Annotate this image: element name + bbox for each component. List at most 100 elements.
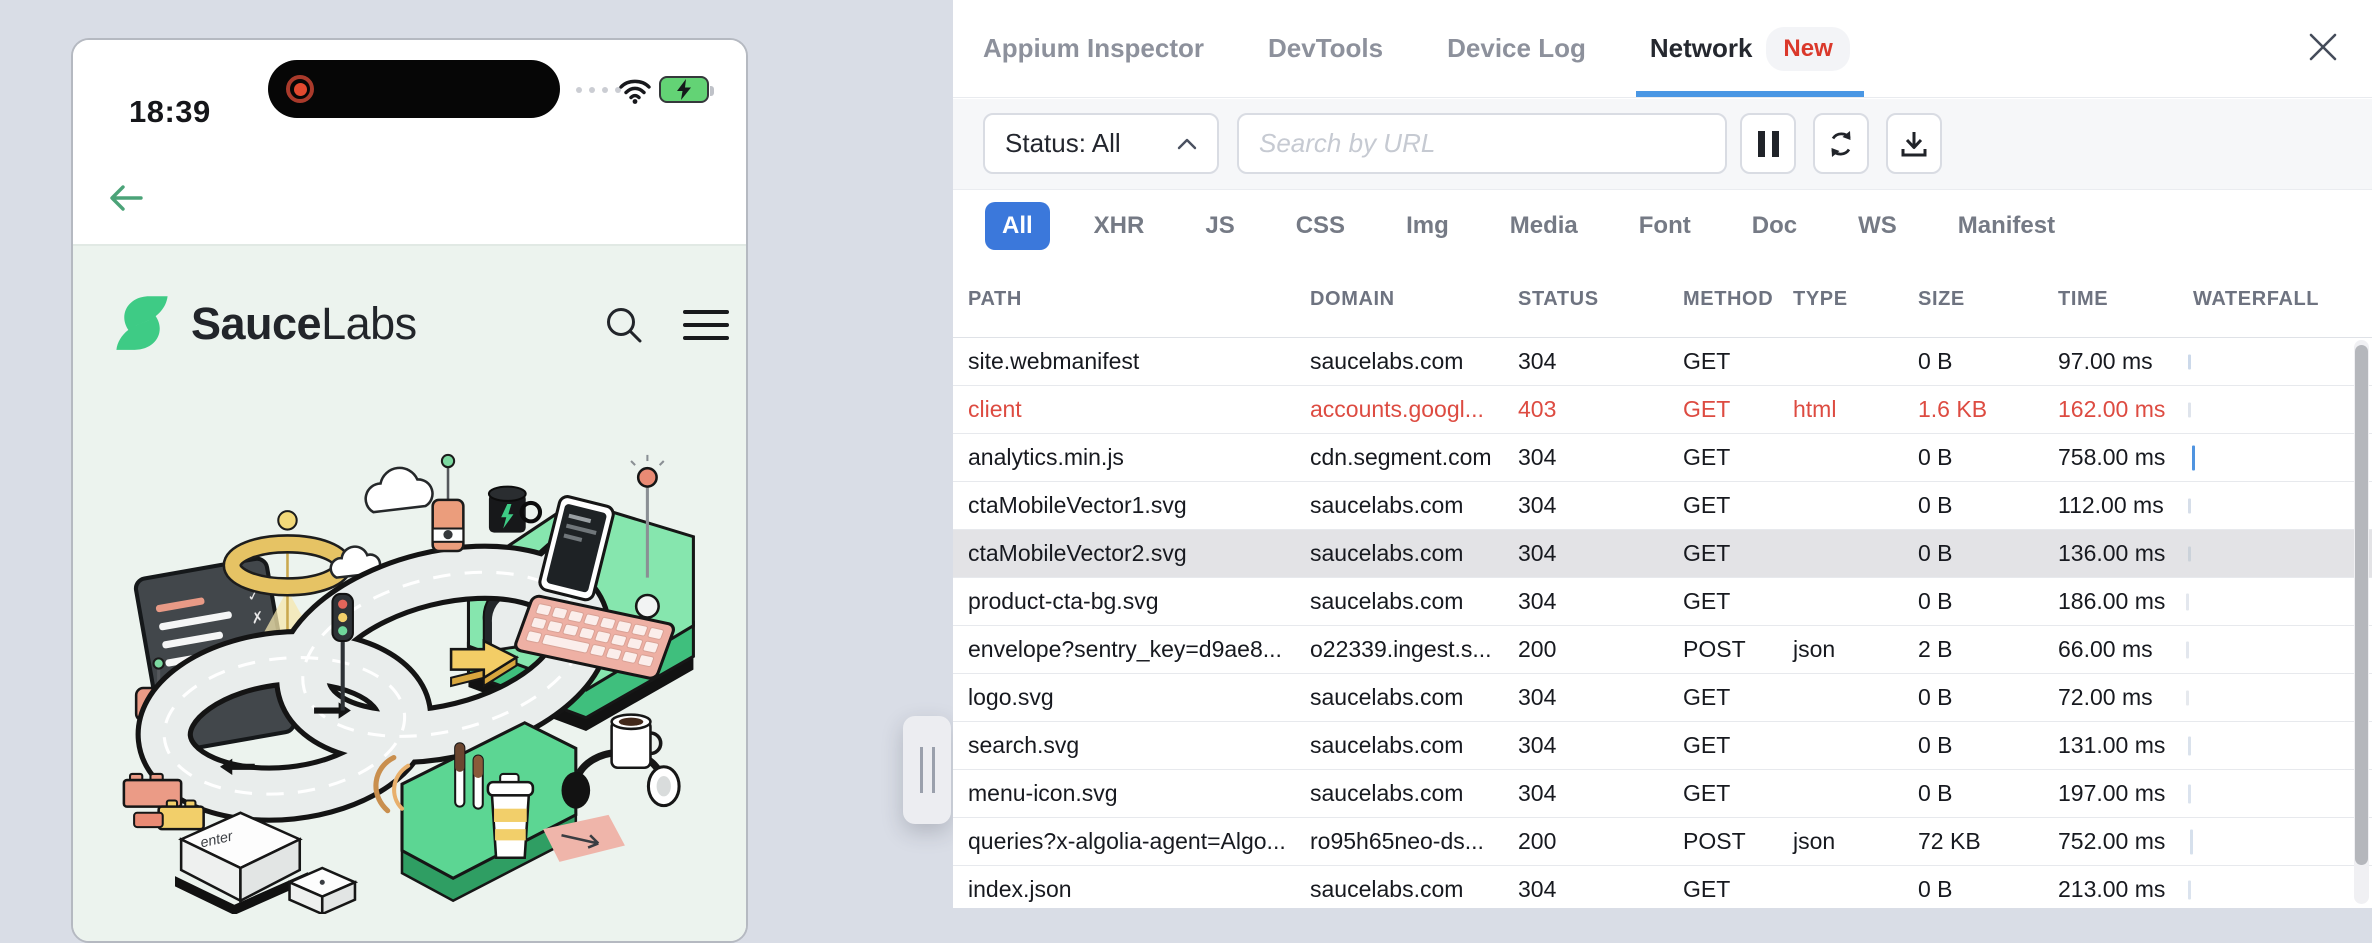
filter-chip-xhr[interactable]: XHR <box>1077 202 1162 250</box>
cell-domain: saucelabs.com <box>1295 338 1503 385</box>
cell-waterfall <box>2178 338 2372 385</box>
cell-status: 200 <box>1503 626 1668 673</box>
cell-type <box>1778 866 1903 908</box>
filter-chip-js[interactable]: JS <box>1188 202 1251 250</box>
cell-time: 162.00 ms <box>2043 386 2178 433</box>
pause-button[interactable] <box>1740 113 1796 174</box>
tab-network[interactable]: Network New <box>1650 0 1850 97</box>
requests-table: site.webmanifest saucelabs.com 304 GET 0… <box>953 338 2372 908</box>
cell-method: POST <box>1668 818 1778 865</box>
tab-devtools[interactable]: DevTools <box>1268 0 1383 97</box>
takeaway-cup <box>488 774 533 858</box>
cell-time: 97.00 ms <box>2043 338 2178 385</box>
table-row[interactable]: ctaMobileVector1.svg saucelabs.com 304 G… <box>953 482 2372 530</box>
filter-chip-all[interactable]: All <box>985 202 1050 250</box>
filter-chip-css[interactable]: CSS <box>1279 202 1362 250</box>
scrollbar-thumb[interactable] <box>2355 345 2368 865</box>
cell-domain: saucelabs.com <box>1295 722 1503 769</box>
table-row[interactable]: envelope?sentry_key=d9ae8... o22339.inge… <box>953 626 2372 674</box>
tab-appium-inspector[interactable]: Appium Inspector <box>983 0 1204 97</box>
cell-time: 758.00 ms <box>2043 434 2178 481</box>
filter-chip-img[interactable]: Img <box>1389 202 1466 250</box>
filter-chip-media[interactable]: Media <box>1493 202 1595 250</box>
close-icon[interactable] <box>2300 24 2346 70</box>
cell-status: 304 <box>1503 482 1668 529</box>
filter-chip-manifest[interactable]: Manifest <box>1941 202 2072 250</box>
waterfall-tick <box>2188 736 2191 755</box>
cell-method: GET <box>1668 482 1778 529</box>
recording-indicator-icon <box>286 75 314 103</box>
cell-method: GET <box>1668 866 1778 908</box>
table-row[interactable]: product-cta-bg.svg saucelabs.com 304 GET… <box>953 578 2372 626</box>
filter-chip-font[interactable]: Font <box>1622 202 1708 250</box>
column-header: TIME <box>2043 288 2178 311</box>
chevron-up-icon <box>1177 138 1197 150</box>
cell-size: 0 B <box>1903 530 2043 577</box>
cell-type: json <box>1778 626 1903 673</box>
cell-path: site.webmanifest <box>953 338 1295 385</box>
cell-method: GET <box>1668 434 1778 481</box>
cell-waterfall <box>2178 434 2372 481</box>
cell-method: GET <box>1668 386 1778 433</box>
site-menu-icon[interactable] <box>683 310 729 349</box>
tab-device-log[interactable]: Device Log <box>1447 0 1586 97</box>
table-row[interactable]: menu-icon.svg saucelabs.com 304 GET 0 B … <box>953 770 2372 818</box>
cell-path: client <box>953 386 1295 433</box>
filter-chip-ws[interactable]: WS <box>1841 202 1914 250</box>
panel-resize-handle[interactable] <box>903 716 951 824</box>
cell-size: 0 B <box>1903 722 2043 769</box>
cell-waterfall <box>2178 626 2372 673</box>
cellular-signal-icon <box>576 87 621 93</box>
filter-chip-doc[interactable]: Doc <box>1735 202 1814 250</box>
cell-status: 304 <box>1503 722 1668 769</box>
table-row[interactable]: ctaMobileVector2.svg saucelabs.com 304 G… <box>953 530 2372 578</box>
cell-waterfall <box>2178 578 2372 625</box>
cell-waterfall <box>2178 770 2372 817</box>
site-search-icon[interactable] <box>603 304 645 351</box>
table-row[interactable]: search.svg saucelabs.com 304 GET 0 B 131… <box>953 722 2372 770</box>
scrollbar-track[interactable] <box>2354 340 2369 904</box>
battery-charging-icon <box>659 76 709 103</box>
cell-status: 304 <box>1503 338 1668 385</box>
waterfall-tick <box>2188 498 2191 513</box>
cell-path: ctaMobileVector1.svg <box>953 482 1295 529</box>
cell-type <box>1778 482 1903 529</box>
cell-method: GET <box>1668 578 1778 625</box>
cell-size: 0 B <box>1903 338 2043 385</box>
status-filter-dropdown[interactable]: Status: All <box>983 113 1219 174</box>
table-row[interactable]: site.webmanifest saucelabs.com 304 GET 0… <box>953 338 2372 386</box>
saucelabs-logo-icon <box>103 284 181 367</box>
table-row[interactable]: client accounts.googl... 403 GET html 1.… <box>953 386 2372 434</box>
cell-time: 72.00 ms <box>2043 674 2178 721</box>
cell-domain: saucelabs.com <box>1295 578 1503 625</box>
cell-waterfall <box>2178 386 2372 433</box>
cell-type <box>1778 578 1903 625</box>
cell-size: 0 B <box>1903 866 2043 908</box>
cell-waterfall <box>2178 818 2372 865</box>
cell-type <box>1778 722 1903 769</box>
saucelabs-wordmark: SauceLabs <box>191 298 417 350</box>
cell-size: 0 B <box>1903 482 2043 529</box>
waterfall-tick <box>2188 546 2191 561</box>
waterfall-tick <box>2188 880 2191 899</box>
phone-clock: 18:39 <box>129 94 211 130</box>
table-row[interactable]: logo.svg saucelabs.com 304 GET 0 B 72.00… <box>953 674 2372 722</box>
cell-type <box>1778 530 1903 577</box>
table-row[interactable]: analytics.min.js cdn.segment.com 304 GET… <box>953 434 2372 482</box>
cell-path: queries?x-algolia-agent=Algo... <box>953 818 1295 865</box>
type-filter-chips: All XHR JS CSS Img Media Font Doc WS Manifest <box>953 190 2372 262</box>
table-row[interactable]: index.json saucelabs.com 304 GET 0 B 213… <box>953 866 2372 908</box>
column-header: WATERFALL <box>2178 288 2372 311</box>
cell-method: GET <box>1668 338 1778 385</box>
cell-waterfall <box>2178 866 2372 908</box>
cell-size: 72 KB <box>1903 818 2043 865</box>
back-arrow-icon[interactable] <box>107 182 145 219</box>
network-toolbar: Status: All <box>953 99 2372 190</box>
waterfall-tick <box>2188 354 2191 369</box>
cell-time: 131.00 ms <box>2043 722 2178 769</box>
search-input[interactable] <box>1237 113 1727 174</box>
cell-domain: accounts.googl... <box>1295 386 1503 433</box>
table-row[interactable]: queries?x-algolia-agent=Algo... ro95h65n… <box>953 818 2372 866</box>
download-button[interactable] <box>1886 113 1942 174</box>
refresh-button[interactable] <box>1813 113 1869 174</box>
